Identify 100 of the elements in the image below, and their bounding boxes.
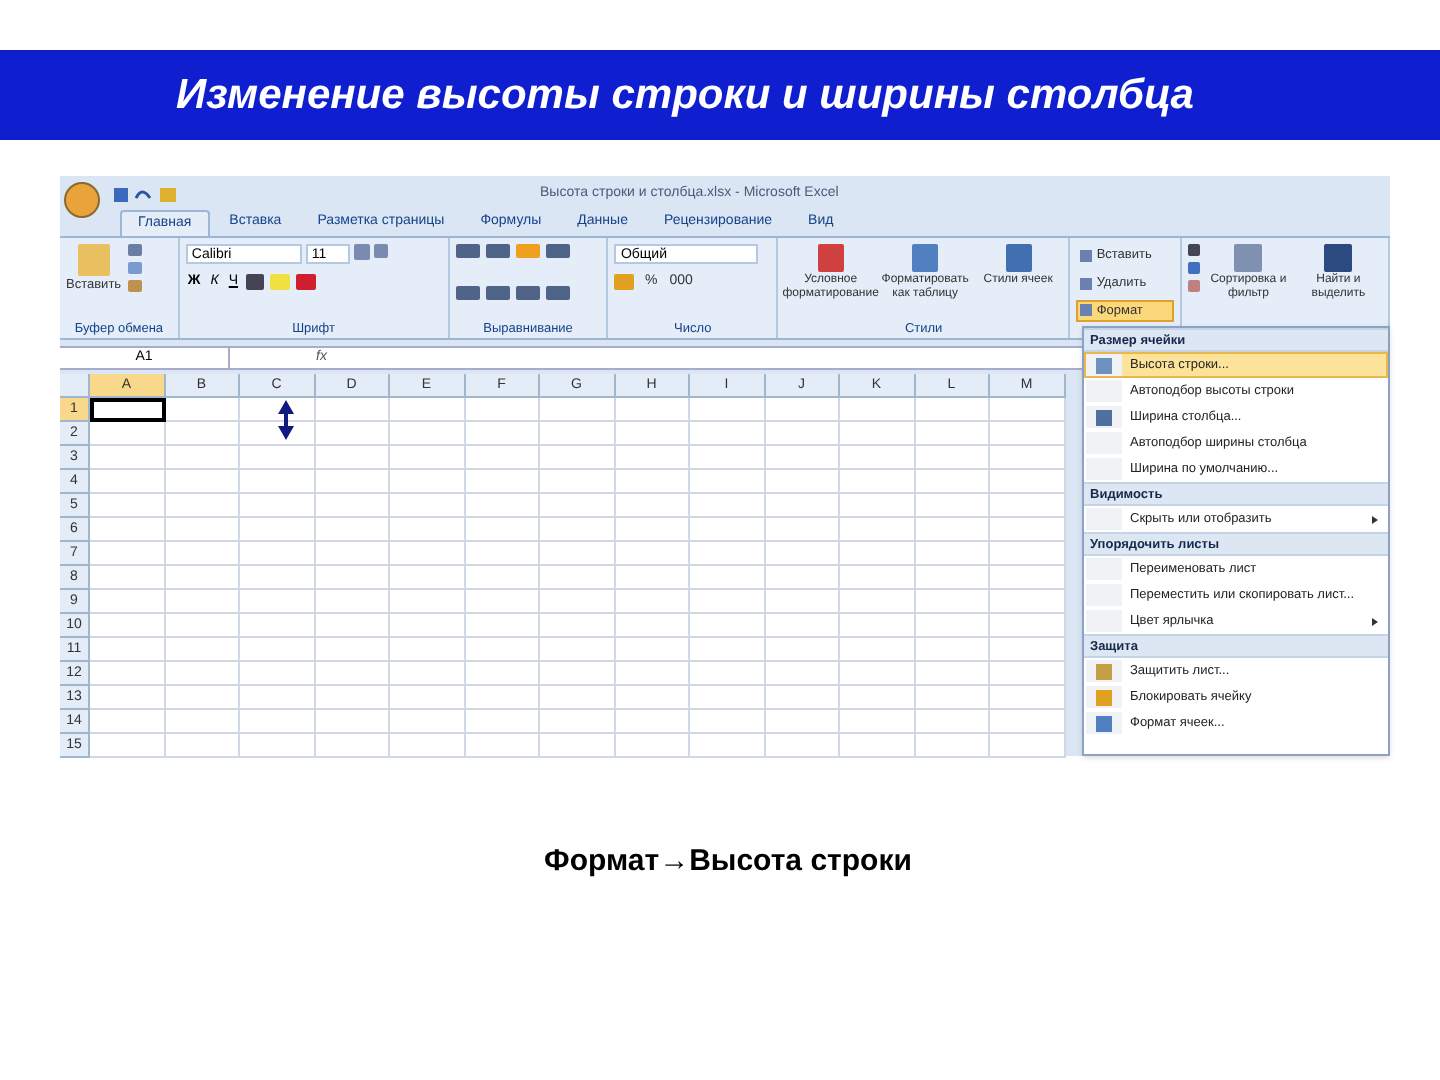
table-cell (690, 662, 765, 686)
table-cell (915, 638, 990, 662)
table-cell (240, 734, 315, 758)
caption: Формат→Высота строки (544, 842, 912, 882)
table-cell (165, 422, 240, 446)
table-cell (915, 590, 990, 614)
table-cell (840, 566, 915, 590)
table-cell (840, 422, 915, 446)
table-cell (90, 686, 165, 710)
shrink-font-icon[interactable] (373, 244, 388, 258)
table-cell (690, 686, 765, 710)
fill-color-icon[interactable] (270, 274, 291, 291)
align-icon[interactable] (545, 285, 570, 299)
brush-icon[interactable] (127, 280, 142, 292)
table-cell (765, 422, 840, 446)
binoculars-icon[interactable] (1324, 244, 1353, 272)
selected-cell[interactable] (90, 398, 165, 422)
table-cell (990, 590, 1065, 614)
align-icon[interactable] (485, 244, 510, 258)
style-icon[interactable] (817, 244, 844, 272)
align-icon[interactable] (485, 285, 510, 299)
align-icon[interactable] (455, 285, 480, 299)
table-cell (990, 470, 1065, 494)
table-cell (240, 398, 315, 422)
table-cell (540, 686, 615, 710)
table-cell (990, 422, 1065, 446)
table-cell (540, 734, 615, 758)
table-cell (615, 566, 690, 590)
eraser-icon[interactable] (1188, 280, 1201, 292)
table-cell (315, 422, 390, 446)
table-cell (540, 470, 615, 494)
table-cell (465, 446, 540, 470)
style-icon[interactable] (1005, 244, 1032, 272)
align-icon[interactable] (455, 244, 480, 258)
table-cell (840, 398, 915, 422)
table-cell (840, 662, 915, 686)
table-cell (540, 518, 615, 542)
table-cell (90, 710, 165, 734)
table-cell (540, 542, 615, 566)
table-cell (465, 470, 540, 494)
table-cell (915, 710, 990, 734)
table-cell (165, 470, 240, 494)
table-cell (465, 542, 540, 566)
copy-icon[interactable] (127, 262, 142, 274)
style-icon[interactable] (912, 244, 939, 272)
cut-icon[interactable] (127, 244, 142, 256)
table-cell (615, 734, 690, 758)
table-cell (840, 542, 915, 566)
table-cell (915, 446, 990, 470)
table-cell (765, 686, 840, 710)
table-cell (690, 422, 765, 446)
table-cell (165, 686, 240, 710)
table-cell (90, 662, 165, 686)
table-cell (840, 614, 915, 638)
align-icon[interactable] (515, 285, 540, 299)
quick-access-toolbar-icon[interactable] (112, 183, 180, 203)
table-cell (765, 470, 840, 494)
sum-icon[interactable] (1188, 244, 1201, 256)
border-icon[interactable] (246, 274, 265, 291)
table-cell (990, 518, 1065, 542)
table-cell (540, 566, 615, 590)
font-color-icon[interactable] (296, 274, 317, 291)
table-cell (915, 686, 990, 710)
table-cell (540, 422, 615, 446)
table-cell (615, 590, 690, 614)
table-cell (990, 494, 1065, 518)
table-cell (165, 518, 240, 542)
table-cell (390, 542, 465, 566)
table-cell (315, 494, 390, 518)
grow-font-icon[interactable] (353, 244, 370, 260)
table-cell (165, 446, 240, 470)
menu-item-icon (1096, 409, 1112, 425)
table-cell (315, 662, 390, 686)
table-cell (240, 566, 315, 590)
table-cell (315, 470, 390, 494)
table-cell (465, 398, 540, 422)
table-cell (990, 734, 1065, 758)
table-cell (615, 614, 690, 638)
table-cell (765, 590, 840, 614)
table-cell (240, 422, 315, 446)
table-cell (990, 638, 1065, 662)
table-cell (690, 518, 765, 542)
table-cell (690, 566, 765, 590)
table-cell (765, 518, 840, 542)
table-cell (465, 686, 540, 710)
table-cell (240, 518, 315, 542)
office-button[interactable] (64, 181, 100, 217)
table-cell (240, 470, 315, 494)
table-cell (315, 542, 390, 566)
table-cell (690, 614, 765, 638)
align-icon[interactable] (545, 244, 570, 258)
table-cell (840, 734, 915, 758)
table-cell (690, 590, 765, 614)
table-cell (765, 542, 840, 566)
table-cell (990, 566, 1065, 590)
table-cell (840, 638, 915, 662)
table-cell (615, 494, 690, 518)
sort-icon[interactable] (1234, 244, 1263, 272)
fill-icon[interactable] (1188, 262, 1201, 274)
table-cell (915, 470, 990, 494)
